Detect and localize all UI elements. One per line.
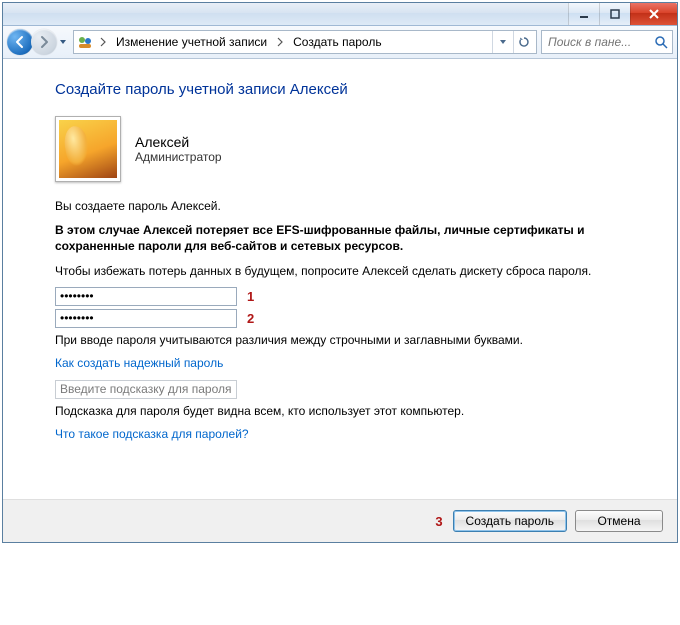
link-what-is-hint[interactable]: Что такое подсказка для паролей?	[55, 427, 625, 441]
breadcrumb-seg-change-account[interactable]: Изменение учетной записи	[110, 31, 273, 53]
page-title: Создайте пароль учетной записи Алексей	[55, 81, 625, 98]
chevron-right-icon[interactable]	[96, 31, 110, 53]
content-area: Создайте пароль учетной записи Алексей А…	[3, 59, 677, 499]
nav-history-dropdown[interactable]	[57, 31, 69, 53]
refresh-button[interactable]	[513, 31, 534, 53]
breadcrumb-dropdown[interactable]	[492, 31, 513, 53]
window-frame: Изменение учетной записи Создать пароль	[2, 2, 678, 543]
search-input[interactable]	[546, 34, 654, 50]
user-name: Алексей	[135, 134, 222, 150]
breadcrumb-seg-create-password[interactable]: Создать пароль	[287, 31, 387, 53]
case-note: При вводе пароля учитываются различия ме…	[55, 332, 625, 348]
chevron-right-icon[interactable]	[273, 31, 287, 53]
hint-input[interactable]	[55, 380, 237, 399]
avatar	[55, 116, 121, 182]
floppy-text: Чтобы избежать потерь данных в будущем, …	[55, 263, 625, 279]
minimize-button[interactable]	[568, 3, 599, 25]
creating-text: Вы создаете пароль Алексей.	[55, 198, 625, 214]
search-icon[interactable]	[654, 35, 668, 49]
nav-bar: Изменение учетной записи Создать пароль	[3, 26, 677, 59]
nav-back-button[interactable]	[7, 29, 33, 55]
link-strong-password[interactable]: Как создать надежный пароль	[55, 356, 625, 370]
close-button[interactable]	[630, 3, 677, 25]
warning-text: В этом случае Алексей потеряет все EFS-ш…	[55, 222, 625, 254]
footer: 3 Создать пароль Отмена	[3, 499, 677, 542]
title-bar	[3, 3, 677, 26]
password-input-2[interactable]	[55, 309, 237, 328]
user-role: Администратор	[135, 150, 222, 164]
password-input-1[interactable]	[55, 287, 237, 306]
user-accounts-icon	[76, 33, 94, 51]
search-box[interactable]	[541, 30, 673, 54]
user-text: Алексей Администратор	[135, 134, 222, 164]
user-block: Алексей Администратор	[55, 116, 625, 182]
annotation-2: 2	[247, 311, 254, 326]
create-password-button[interactable]: Создать пароль	[453, 510, 567, 532]
nav-buttons	[7, 29, 69, 55]
avatar-image	[59, 120, 117, 178]
annotation-1: 1	[247, 289, 254, 304]
maximize-button[interactable]	[599, 3, 630, 25]
annotation-3: 3	[435, 514, 442, 529]
breadcrumb[interactable]: Изменение учетной записи Создать пароль	[73, 30, 537, 54]
cancel-button[interactable]: Отмена	[575, 510, 663, 532]
hint-note: Подсказка для пароля будет видна всем, к…	[55, 403, 625, 419]
nav-forward-button[interactable]	[31, 29, 57, 55]
